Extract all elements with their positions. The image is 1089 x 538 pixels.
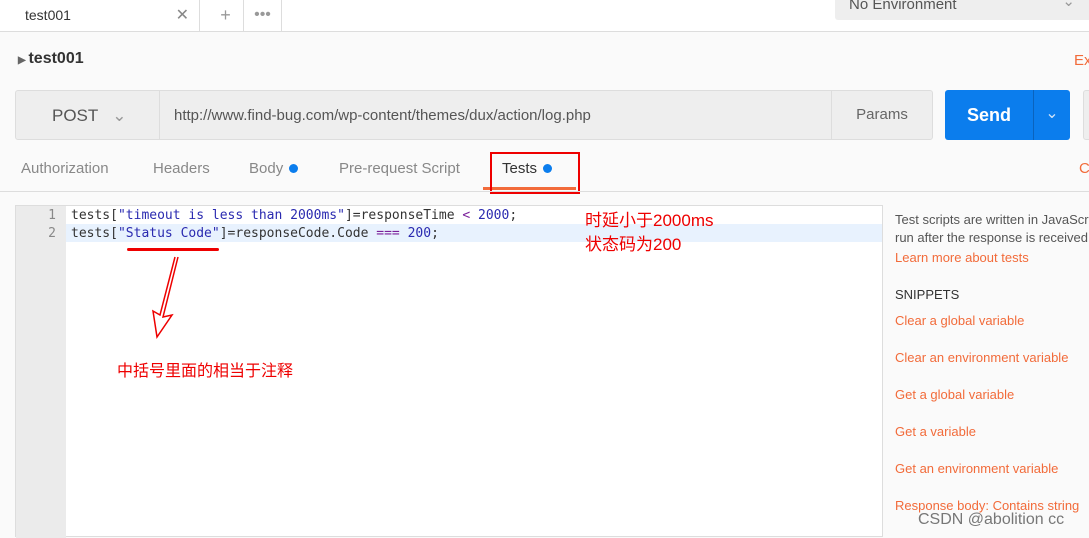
annotation-arrow-icon: [152, 256, 179, 339]
snippet-link[interactable]: Clear an environment variable: [895, 350, 1068, 365]
annotation-note: 中括号里面的相当于注释: [117, 363, 294, 380]
caret-right-icon: ▶: [18, 55, 29, 66]
description: run after the response is received: [895, 230, 1088, 245]
tab-label: test001: [25, 7, 71, 23]
more-icon[interactable]: •••: [244, 0, 282, 32]
divider: [0, 191, 1089, 192]
tab-headers[interactable]: Headers: [153, 160, 210, 192]
tab-authorization[interactable]: Authorization: [21, 160, 109, 192]
snippet-link[interactable]: Clear a global variable: [895, 313, 1024, 328]
snippet-link[interactable]: Get a variable: [895, 424, 976, 439]
chevron-down-icon: ⌄: [1062, 0, 1075, 10]
send-button[interactable]: Send ⌄: [945, 90, 1070, 140]
annotation-note: 时延小于2000ms: [585, 211, 714, 230]
cookies-link[interactable]: C: [1079, 160, 1089, 192]
line-number: 1: [48, 208, 56, 223]
params-button[interactable]: Params: [831, 90, 933, 140]
url-input[interactable]: http://www.find-bug.com/wp-content/theme…: [159, 90, 832, 140]
annotation-note: 状态码为200: [585, 235, 682, 254]
method-select[interactable]: POST ⌄: [15, 90, 160, 140]
code-line: tests["timeout is less than 2000ms"]=res…: [71, 208, 518, 223]
line-number: 2: [48, 226, 56, 241]
examples-link[interactable]: Ex: [1074, 52, 1089, 69]
tab-body[interactable]: Body: [249, 160, 299, 192]
environment-select[interactable]: No Environment ⌄: [835, 0, 1089, 20]
save-button[interactable]: [1083, 90, 1089, 140]
code-line: tests["Status Code"]=responseCode.Code =…: [71, 226, 439, 241]
snippets-heading: SNIPPETS: [895, 287, 960, 302]
chevron-down-icon[interactable]: ⌄: [1033, 90, 1070, 140]
line-gutter: [16, 206, 66, 538]
request-name[interactable]: ▶ test001: [18, 50, 84, 68]
annotation-underline: [127, 248, 219, 251]
learn-more-link[interactable]: Learn more about tests: [895, 250, 1029, 265]
close-icon[interactable]: ✕: [176, 5, 189, 25]
request-tab[interactable]: test001 ✕: [15, 0, 200, 32]
watermark: CSDN @abolition cc: [918, 511, 1065, 528]
snippet-link[interactable]: Get a global variable: [895, 387, 1014, 402]
new-tab-button[interactable]: +: [208, 0, 244, 32]
snippet-link[interactable]: Get an environment variable: [895, 461, 1058, 476]
chevron-down-icon: ⌄: [112, 106, 127, 125]
dot-indicator: [289, 164, 299, 173]
annotation-box: [490, 152, 580, 194]
description: Test scripts are written in JavaScri: [895, 212, 1089, 227]
tab-pre-request-script[interactable]: Pre-request Script: [339, 160, 460, 192]
